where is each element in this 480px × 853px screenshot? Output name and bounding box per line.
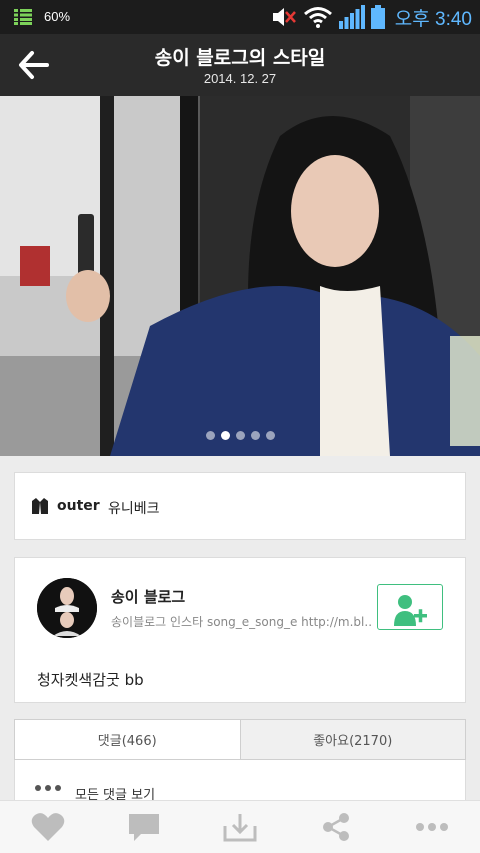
author-name[interactable]: 송이 블로그 <box>111 586 185 607</box>
status-time: 오후 3:40 <box>394 8 472 30</box>
wifi-icon <box>303 7 332 28</box>
tab-likes[interactable]: 좋아요(2170) <box>239 719 466 760</box>
author-card: 송이 블로그 송이블로그 인스타 song_e_song_e http://m.… <box>14 557 466 703</box>
more-dots-icon <box>35 785 61 791</box>
heart-icon <box>31 813 65 841</box>
comment-icon <box>129 814 159 841</box>
tab-comments[interactable]: 댓글(466) <box>14 719 240 760</box>
app-header: 송이 블로그의 스타일 2014. 12. 27 <box>0 34 480 96</box>
item-category: outer <box>57 498 100 514</box>
like-button[interactable] <box>24 807 72 847</box>
mute-icon <box>272 8 296 26</box>
battery-icon <box>370 5 385 29</box>
save-button[interactable] <box>216 807 264 847</box>
style-photo[interactable] <box>0 96 480 456</box>
author-bio: 송이블로그 인스타 song_e_song_e http://m.bl... <box>111 615 373 629</box>
comment-button[interactable] <box>120 807 168 847</box>
page-dot[interactable] <box>265 431 275 440</box>
page-dot[interactable] <box>235 431 245 440</box>
battery-percent: 60% <box>44 9 71 24</box>
item-card[interactable]: outer 유니베크 <box>14 472 466 540</box>
more-icon <box>416 823 448 831</box>
share-icon <box>323 813 349 841</box>
download-icon <box>223 814 257 842</box>
post-caption: 청자켓색감굿 bb <box>37 671 144 689</box>
bottom-action-bar <box>0 800 480 853</box>
post-date: 2014. 12. 27 <box>203 71 277 86</box>
jacket-icon <box>32 498 48 514</box>
photo-page-indicator <box>0 431 480 440</box>
avatar[interactable] <box>37 578 97 638</box>
item-brand[interactable]: 유니베크 <box>108 498 160 518</box>
more-button[interactable] <box>408 807 456 847</box>
page-title: 송이 블로그의 스타일 <box>154 47 326 69</box>
status-bar: 60% 오후 3:40 <box>0 0 480 34</box>
signal-icon <box>338 5 365 29</box>
comment-like-tabs: 댓글(466) 좋아요(2170) <box>14 719 466 760</box>
battery-level-icon <box>14 9 32 25</box>
page-dot[interactable] <box>250 431 260 440</box>
page-dot-active[interactable] <box>220 431 230 440</box>
follow-button[interactable] <box>377 584 443 630</box>
share-button[interactable] <box>312 807 360 847</box>
add-user-icon <box>394 595 427 626</box>
page-dot[interactable] <box>205 431 215 440</box>
photo-illustration <box>0 96 480 456</box>
